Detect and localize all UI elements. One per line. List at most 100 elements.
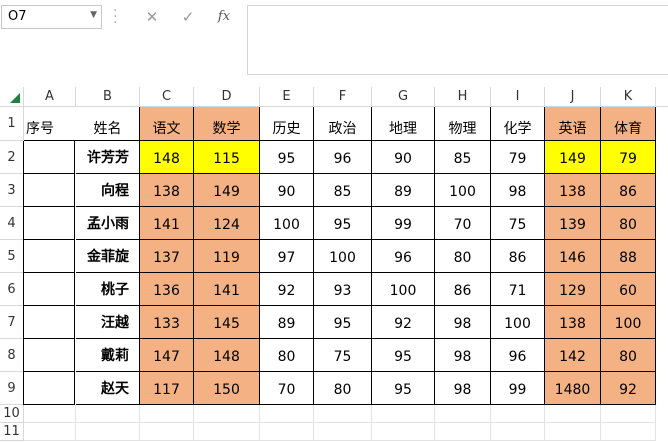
- cell-f2[interactable]: 96: [314, 141, 372, 174]
- cell-c3[interactable]: 138: [140, 174, 194, 207]
- cell-g4[interactable]: 99: [372, 207, 435, 240]
- cell-d6[interactable]: 141: [194, 273, 260, 306]
- cell-d1[interactable]: 数学: [194, 107, 260, 141]
- cell-e10[interactable]: [260, 405, 314, 423]
- cell-e7[interactable]: 89: [260, 306, 314, 339]
- cell-h6[interactable]: 86: [435, 273, 491, 306]
- cell-k5[interactable]: 88: [601, 240, 656, 273]
- cell-g3[interactable]: 89: [372, 174, 435, 207]
- cell-i7[interactable]: 100: [491, 306, 545, 339]
- drag-handle-icon[interactable]: · · ·: [113, 4, 117, 30]
- row-header-4[interactable]: 4: [0, 207, 24, 240]
- row-header-8[interactable]: 8: [0, 339, 24, 372]
- cell-d5[interactable]: 119: [194, 240, 260, 273]
- cell-a10[interactable]: [24, 405, 76, 423]
- cell-i3[interactable]: 98: [491, 174, 545, 207]
- cell-c2[interactable]: 148: [140, 141, 194, 174]
- cell-h7[interactable]: 98: [435, 306, 491, 339]
- cell-c8[interactable]: 147: [140, 339, 194, 372]
- cell-k9[interactable]: 92: [601, 372, 656, 405]
- formula-input[interactable]: [247, 5, 668, 75]
- cell-b3[interactable]: 向程: [76, 174, 140, 207]
- cell-e9[interactable]: 70: [260, 372, 314, 405]
- cell-k6[interactable]: 60: [601, 273, 656, 306]
- cell-k1[interactable]: 体育: [601, 107, 656, 141]
- cell-c7[interactable]: 133: [140, 306, 194, 339]
- cell-g9[interactable]: 95: [372, 372, 435, 405]
- cell-j9[interactable]: 1480: [545, 372, 601, 405]
- row-header-2[interactable]: 2: [0, 141, 24, 174]
- cell-i9[interactable]: 99: [491, 372, 545, 405]
- column-header-h[interactable]: H: [435, 87, 491, 107]
- cell-d8[interactable]: 148: [194, 339, 260, 372]
- cell-g6[interactable]: 100: [372, 273, 435, 306]
- cell-a11[interactable]: [24, 423, 76, 441]
- cell-b5[interactable]: 金菲旋: [76, 240, 140, 273]
- cell-d7[interactable]: 145: [194, 306, 260, 339]
- row-header-7[interactable]: 7: [0, 306, 24, 339]
- cell-a5[interactable]: [23, 240, 75, 273]
- cell-a8[interactable]: [23, 339, 75, 372]
- cell-b11[interactable]: [76, 423, 140, 441]
- cell-g7[interactable]: 92: [372, 306, 435, 339]
- cell-b4[interactable]: 孟小雨: [76, 207, 140, 240]
- cell-i10[interactable]: [491, 405, 545, 423]
- cell-k2[interactable]: 79: [601, 141, 656, 174]
- cell-h10[interactable]: [435, 405, 491, 423]
- name-box[interactable]: O7 ▼: [1, 5, 102, 29]
- cell-j7[interactable]: 138: [545, 306, 601, 339]
- cell-a3[interactable]: [23, 174, 75, 207]
- row-header-10[interactable]: 10: [0, 405, 24, 423]
- cell-d11[interactable]: [194, 423, 260, 441]
- cell-d3[interactable]: 149: [194, 174, 260, 207]
- cell-i8[interactable]: 96: [491, 339, 545, 372]
- column-header-f[interactable]: F: [314, 87, 372, 107]
- cell-h11[interactable]: [435, 423, 491, 441]
- cell-e8[interactable]: 80: [260, 339, 314, 372]
- column-header-c[interactable]: C: [140, 87, 194, 107]
- cell-c9[interactable]: 117: [140, 372, 194, 405]
- cell-g8[interactable]: 95: [372, 339, 435, 372]
- cell-h4[interactable]: 70: [435, 207, 491, 240]
- cell-h8[interactable]: 98: [435, 339, 491, 372]
- cell-e4[interactable]: 100: [260, 207, 314, 240]
- cell-h5[interactable]: 80: [435, 240, 491, 273]
- cell-e3[interactable]: 90: [260, 174, 314, 207]
- cell-f5[interactable]: 100: [314, 240, 372, 273]
- row-header-9[interactable]: 9: [0, 372, 24, 405]
- column-header-e[interactable]: E: [260, 87, 314, 107]
- chevron-down-icon[interactable]: ▼: [90, 10, 97, 20]
- column-header-j[interactable]: J: [545, 87, 601, 107]
- cell-f8[interactable]: 75: [314, 339, 372, 372]
- cell-c1[interactable]: 语文: [140, 107, 194, 141]
- cell-g10[interactable]: [372, 405, 435, 423]
- cell-h1[interactable]: 物理: [435, 107, 491, 141]
- cell-i5[interactable]: 86: [491, 240, 545, 273]
- cell-b10[interactable]: [76, 405, 140, 423]
- column-header-g[interactable]: G: [372, 87, 435, 107]
- cell-k8[interactable]: 80: [601, 339, 656, 372]
- cell-j10[interactable]: [545, 405, 601, 423]
- cell-c5[interactable]: 137: [140, 240, 194, 273]
- cell-k10[interactable]: [601, 405, 656, 423]
- cell-f11[interactable]: [314, 423, 372, 441]
- column-header-i[interactable]: I: [491, 87, 545, 107]
- cell-a6[interactable]: [23, 273, 75, 306]
- cell-i11[interactable]: [491, 423, 545, 441]
- cell-f4[interactable]: 95: [314, 207, 372, 240]
- cell-e6[interactable]: 92: [260, 273, 314, 306]
- cell-b9[interactable]: 赵天: [76, 372, 140, 405]
- row-header-11[interactable]: 11: [0, 423, 24, 441]
- cell-b2[interactable]: 许芳芳: [76, 141, 140, 174]
- cell-f9[interactable]: 80: [314, 372, 372, 405]
- cancel-icon[interactable]: ✕: [138, 5, 166, 29]
- cell-d4[interactable]: 124: [194, 207, 260, 240]
- column-header-d[interactable]: D: [194, 87, 260, 107]
- cell-b7[interactable]: 汪越: [76, 306, 140, 339]
- enter-icon[interactable]: ✓: [174, 5, 202, 29]
- cell-g11[interactable]: [372, 423, 435, 441]
- cell-j2[interactable]: 149: [545, 141, 601, 174]
- row-header-6[interactable]: 6: [0, 273, 24, 306]
- cell-g5[interactable]: 96: [372, 240, 435, 273]
- cell-f7[interactable]: 95: [314, 306, 372, 339]
